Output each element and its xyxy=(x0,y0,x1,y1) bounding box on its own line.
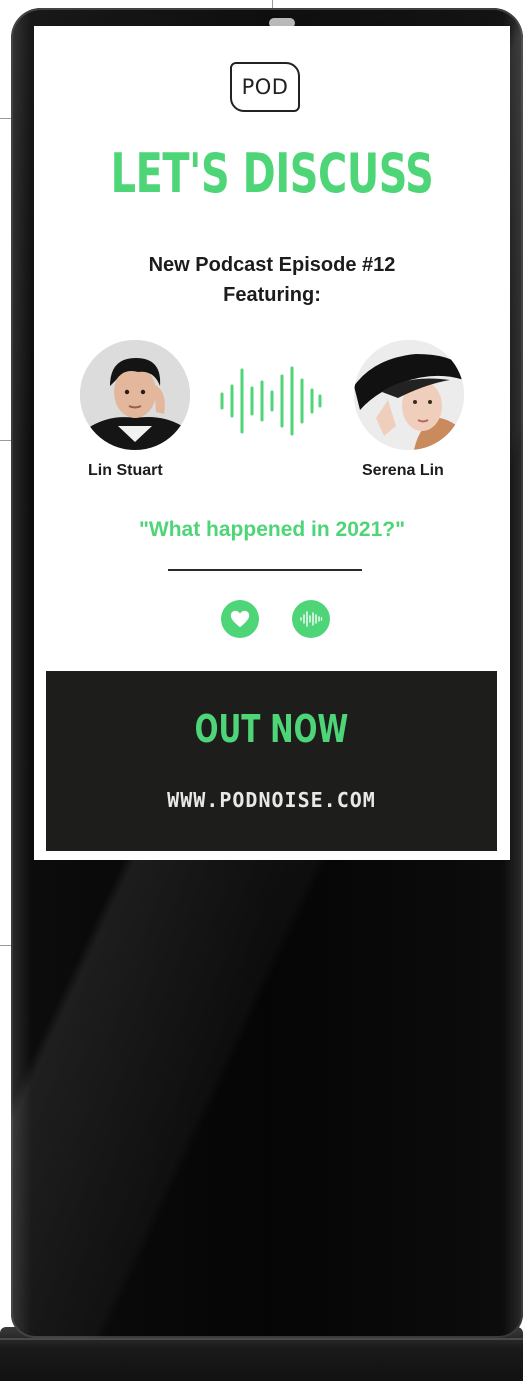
divider-line xyxy=(168,569,362,571)
guest-name-right: Serena Lin xyxy=(362,462,444,479)
episode-quote: "What happened in 2021?" xyxy=(138,518,406,541)
soundwave-icon xyxy=(300,611,323,627)
portrait-illustration xyxy=(354,340,464,450)
kiosk-base-edge xyxy=(0,1338,523,1340)
like-button[interactable] xyxy=(221,600,259,638)
portrait-illustration xyxy=(80,340,190,450)
soundwave-graphic xyxy=(220,366,322,436)
guest-name-left: Lin Stuart xyxy=(88,462,163,479)
episode-title: New Podcast Episode #12 xyxy=(148,254,396,276)
kiosk-mockup-stage: POD LET'S DISCUSS New Podcast Episode #1… xyxy=(0,0,523,1381)
featuring-label: Featuring: xyxy=(223,284,321,306)
guest-avatar-serena-lin xyxy=(354,340,464,450)
listen-button[interactable] xyxy=(292,600,330,638)
episode-subtitle: New Podcast Episode #12 Featuring: xyxy=(34,250,510,310)
kiosk-screen: POD LET'S DISCUSS New Podcast Episode #1… xyxy=(34,26,510,860)
guest-avatar-lin-stuart xyxy=(80,340,190,450)
out-now-label: OUT NOW xyxy=(194,707,349,751)
cta-panel: OUT NOW WWW.PODNOISE.COM xyxy=(46,671,497,851)
logo-text: POD xyxy=(241,75,289,99)
heart-icon xyxy=(230,610,250,628)
website-link[interactable]: WWW.PODNOISE.COM xyxy=(46,788,497,812)
headline: LET'S DISCUSS xyxy=(110,142,434,205)
pod-logo: POD xyxy=(230,62,300,112)
